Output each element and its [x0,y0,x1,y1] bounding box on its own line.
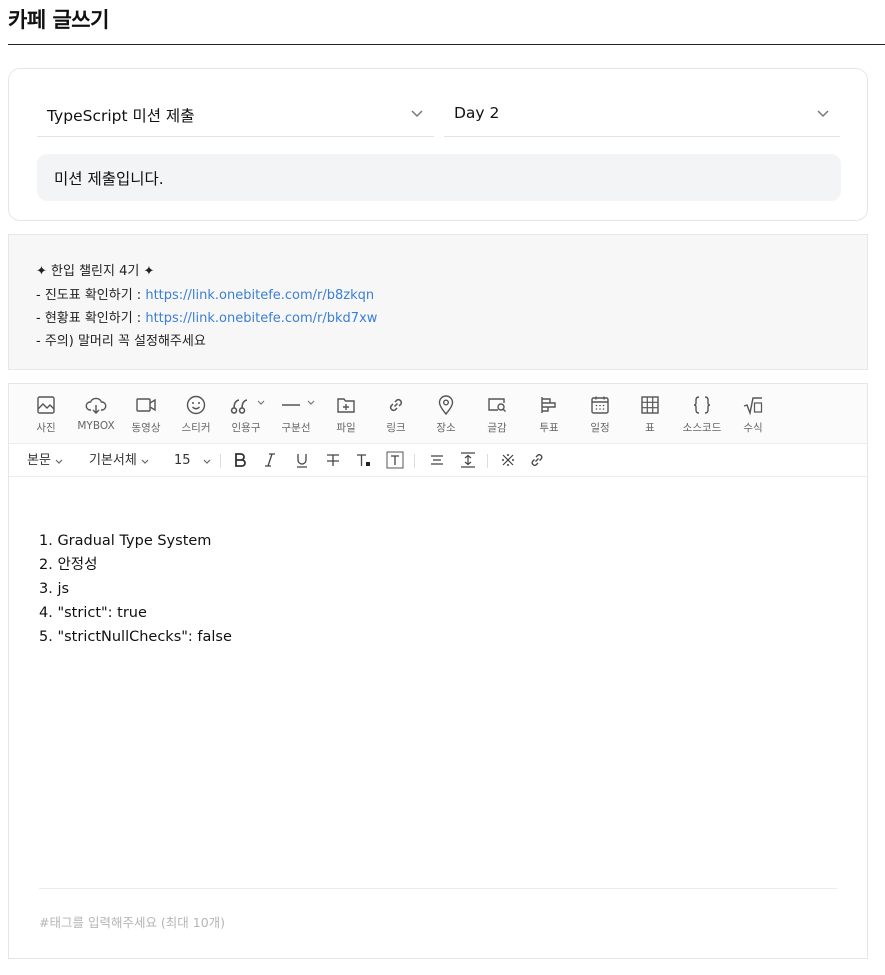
folder-plus-icon [337,398,355,413]
chevron-down-icon [307,400,315,405]
notice-label: - 현황표 확인하기 : [36,311,146,326]
align-icon[interactable] [428,451,446,469]
toolbar-video[interactable]: 동영상 [127,384,165,444]
font-size-select[interactable]: 15 [174,450,211,472]
toolbar-label: 스티커 [181,422,211,434]
font-family-select[interactable]: 기본서체 [89,450,149,472]
bold-icon[interactable] [231,451,249,469]
line-height-icon[interactable] [459,451,477,469]
chevron-down-icon [817,110,829,118]
toolbar-mybox[interactable]: MYBOX [73,384,119,444]
table-icon [641,396,659,414]
chevron-down-icon [411,110,423,118]
strikethrough-icon[interactable] [324,451,342,469]
toolbar-separator [220,454,221,468]
chevron-down-icon [141,459,149,464]
sqrt-icon [743,397,763,416]
toolbar-divider[interactable]: 구분선 [277,384,315,444]
toolbar-label: 파일 [336,422,356,434]
image-icon [37,396,55,414]
toolbar-label: 글감 [487,422,507,434]
quote-icon [230,399,248,414]
toolbar-poll[interactable]: 투표 [534,384,564,444]
font-family-value: 기본서체 [89,453,137,468]
notice-line: - 현황표 확인하기 : https://link.onebitefe.com/… [36,307,377,326]
paragraph-style-value: 본문 [27,453,51,468]
tag-divider [39,888,837,889]
notice-label: - 진도표 확인하기 : [36,288,146,303]
progress-link[interactable]: https://link.onebitefe.com/r/b8zkqn [145,288,374,303]
toolbar-label: 일정 [590,422,610,434]
toolbar-photo[interactable]: 사진 [31,384,61,444]
toolbar-schedule[interactable]: 일정 [585,384,615,444]
board-select-value: TypeScript 미션 제출 [47,107,195,125]
map-pin-icon [438,395,454,416]
text-color-icon[interactable] [355,451,373,469]
status-link[interactable]: https://link.onebitefe.com/r/bkd7xw [145,311,377,326]
toolbar-separator [414,454,415,468]
toolbar-separator [487,454,488,468]
toolbar-label: 동영상 [131,422,161,434]
toolbar-label: 인용구 [231,422,261,434]
toolbar-link[interactable]: 링크 [381,384,411,444]
notice-line: - 진도표 확인하기 : https://link.onebitefe.com/… [36,284,374,303]
toolbar-table[interactable]: 표 [635,384,665,444]
toolbar-material[interactable]: 글감 [482,384,512,444]
toolbar-label: 링크 [386,422,406,434]
toolbar-label: 장소 [436,422,456,434]
chevron-down-icon [257,400,265,405]
font-size-value: 15 [174,453,191,468]
toolbar-place[interactable]: 장소 [431,384,461,444]
toolbar-quote[interactable]: 인용구 [227,384,265,444]
calendar-icon [591,396,609,414]
toolbar-sourcecode[interactable]: 소스코드 [677,384,727,444]
page-title: 카페 글쓰기 [8,8,109,32]
chevron-down-icon [55,459,63,464]
toolbar-label: 수식 [743,422,763,434]
link-icon[interactable] [528,451,546,469]
toolbar-label: MYBOX [77,420,115,432]
content-line: 3. js [39,581,70,597]
toolbar-label: 소스코드 [682,422,722,434]
title-input[interactable] [37,154,841,201]
text-background-icon[interactable] [386,451,404,469]
notice-line: - 주의) 말머리 꼭 설정해주세요 [36,334,206,349]
format-toolbar: 본문 기본서체 15 [9,444,867,477]
underline-icon[interactable] [293,451,311,469]
head-select-value: Day 2 [454,104,500,122]
content-line: 5. "strictNullChecks": false [39,629,232,645]
title-divider [8,44,885,45]
toolbar-file[interactable]: 파일 [331,384,361,444]
braces-icon [693,396,711,414]
toolbar-formula[interactable]: 수식 [738,384,768,444]
toolbar-label: 사진 [36,422,56,434]
content-line: 1. Gradual Type System [39,533,212,549]
board-select[interactable]: TypeScript 미션 제출 [37,91,434,137]
head-select[interactable]: Day 2 [444,91,840,137]
board-notice: ✦ 한입 챌린지 4기 ✦ - 진도표 확인하기 : https://link.… [8,234,868,370]
paragraph-style-select[interactable]: 본문 [27,450,63,472]
cloud-icon [85,397,107,414]
toolbar-sticker[interactable]: 스티커 [177,384,215,444]
notice-line: ✦ 한입 챌린지 4기 ✦ [36,264,155,279]
tag-input[interactable] [39,912,539,932]
content-line: 2. 안정성 [39,557,98,573]
divider-icon [282,404,300,406]
toolbar-label: 투표 [539,422,559,434]
video-icon [136,398,156,412]
link-icon [389,398,403,412]
special-char-icon[interactable] [499,451,517,469]
smile-icon [186,395,206,415]
content-line: 4. "strict": true [39,605,147,621]
editor: 사진 MYBOX 동영상 스티커 인용구 구분선 파일 링크 장소 글감 투표 … [8,383,868,959]
insert-toolbar: 사진 MYBOX 동영상 스티커 인용구 구분선 파일 링크 장소 글감 투표 … [9,384,867,444]
write-form-card: TypeScript 미션 제출 Day 2 [8,68,868,221]
italic-icon[interactable] [261,451,279,469]
editor-content[interactable]: 1. Gradual Type System 2. 안정성 3. js 4. "… [39,529,232,649]
toolbar-label: 구분선 [281,422,311,434]
poll-icon [541,397,556,413]
search-card-icon [488,398,506,412]
chevron-down-icon [203,459,210,464]
toolbar-label: 표 [645,422,655,434]
